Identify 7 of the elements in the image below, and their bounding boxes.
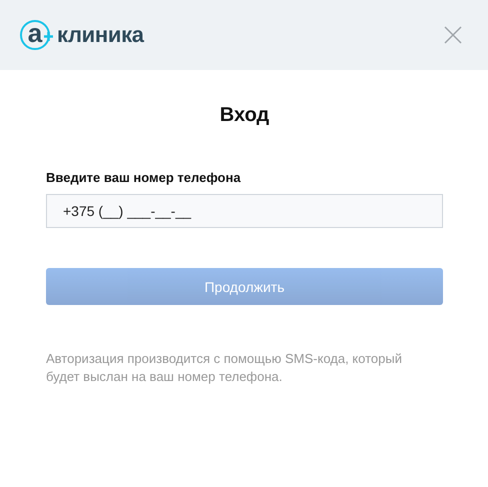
- info-text: Авторизация производится с помощью SMS-кода, который будет выслан на ваш номер телефона.: [46, 350, 403, 386]
- field-label: Введите ваш номер телефона: [46, 170, 242, 185]
- page-title: Вход: [220, 104, 270, 127]
- logo-text: клиника: [57, 22, 144, 48]
- logo-letter: а: [28, 20, 42, 46]
- close-button[interactable]: [444, 26, 462, 44]
- phone-field[interactable]: +375 (__) ___-__-__: [46, 194, 443, 228]
